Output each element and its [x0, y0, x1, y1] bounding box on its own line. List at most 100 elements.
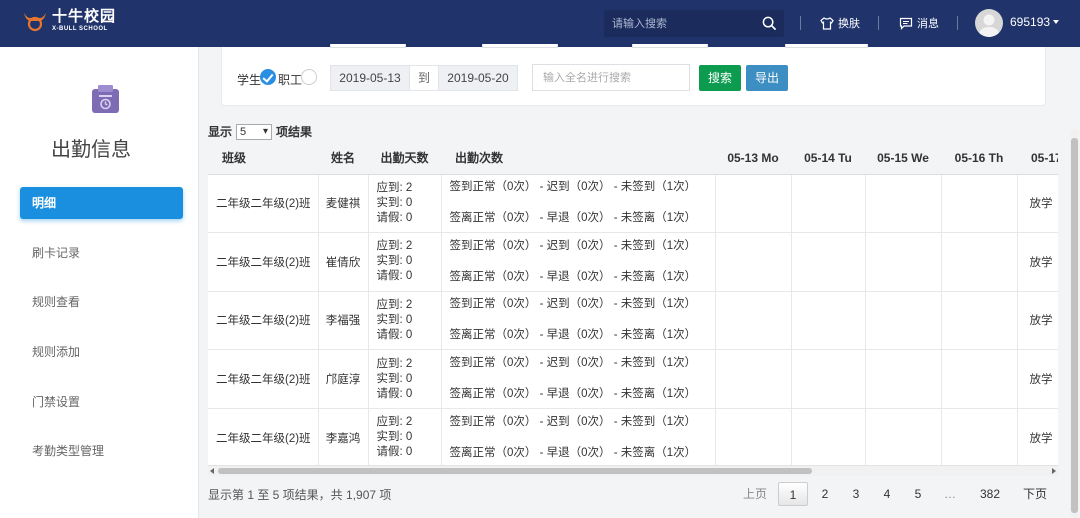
checkin-summary: 签到正常（0次） - 迟到（0次） - 未签到（1次） [449, 239, 697, 252]
scroll-left-icon[interactable] [210, 468, 214, 474]
message-button[interactable]: 消息 [899, 14, 939, 32]
page-button[interactable]: 382 [970, 482, 1010, 506]
avatar[interactable] [975, 9, 1003, 37]
column-header-day[interactable]: 05-15 We [865, 142, 941, 175]
column-header-days[interactable]: 出勤天数 [368, 142, 441, 175]
cell-day [715, 174, 792, 234]
cell-day [715, 291, 792, 351]
cell-day [715, 232, 792, 292]
next-page-button[interactable]: 下页 [1016, 482, 1054, 506]
leave-days: 请假: 0 [376, 211, 413, 224]
table-row[interactable]: 二年级二年级(2)班 李福强 应到: 2 实到: 0 请假: 0 签到正常（0次… [208, 291, 1058, 351]
scroll-right-icon[interactable] [1052, 468, 1056, 474]
role-student-radio[interactable] [260, 69, 276, 85]
shirt-icon [820, 16, 834, 30]
user-name[interactable]: 695193 [1010, 15, 1050, 29]
cell-day [941, 349, 1018, 409]
cell-day [941, 408, 1018, 465]
bull-logo-icon [24, 12, 46, 31]
cell-name: 崔倩欣 [318, 232, 369, 292]
cell-name: 麦健祺 [318, 174, 369, 234]
cell-days: 应到: 2 实到: 0 请假: 0 [368, 291, 442, 351]
checkout-summary: 签离正常（0次） - 早退（0次） - 未签离（1次） [449, 388, 697, 401]
cell-counts: 签到正常（0次） - 迟到（0次） - 未签到（1次） 签离正常（0次） - 早… [441, 291, 716, 351]
cell-day [791, 349, 866, 409]
page-size-control: 显示 5 项结果 [208, 123, 312, 140]
cell-days: 应到: 2 实到: 0 请假: 0 [368, 174, 442, 234]
column-header-class[interactable]: 班级 [208, 142, 318, 175]
cell-days: 应到: 2 实到: 0 请假: 0 [368, 408, 442, 465]
export-button[interactable]: 导出 [746, 65, 789, 91]
column-header-day[interactable]: 05-16 Th [941, 142, 1017, 175]
vertical-scroll-thumb[interactable] [1071, 138, 1078, 513]
prev-page-button[interactable]: 上页 [736, 482, 774, 506]
message-label: 消息 [917, 18, 939, 30]
horizontal-scroll-thumb[interactable] [218, 468, 812, 474]
cell-class: 二年级二年级(2)班 [208, 349, 319, 409]
page-button[interactable]: 4 [873, 482, 901, 506]
column-header-name[interactable]: 姓名 [318, 142, 368, 175]
cell-day: 放学（ [1017, 291, 1058, 351]
checkout-summary: 签离正常（0次） - 早退（0次） - 未签离（1次） [449, 270, 697, 283]
filter-field-partial[interactable] [632, 44, 708, 48]
global-search-input[interactable] [612, 14, 752, 33]
skin-button[interactable]: 换肤 [820, 14, 860, 32]
cell-day [715, 349, 792, 409]
role-student-label: 学生 [237, 73, 262, 87]
date-to-field[interactable]: 2019-05-20 [439, 66, 517, 90]
cell-counts: 签到正常（0次） - 迟到（0次） - 未签到（1次） 签离正常（0次） - 早… [441, 232, 716, 292]
horizontal-scrollbar[interactable] [208, 465, 1058, 476]
cell-counts: 签到正常（0次） - 迟到（0次） - 未签到（1次） 签离正常（0次） - 早… [441, 408, 716, 465]
cell-day [941, 232, 1018, 292]
search-icon[interactable] [762, 16, 777, 31]
checkout-summary: 签离正常（0次） - 早退（0次） - 未签离（1次） [449, 212, 697, 225]
sidebar-item-rule-add[interactable]: 规则添加 [20, 336, 183, 368]
cell-counts: 签到正常（0次） - 迟到（0次） - 未签到（1次） 签离正常（0次） - 早… [441, 174, 716, 234]
filter-field-partial[interactable] [330, 44, 406, 48]
name-search-input[interactable] [532, 64, 690, 91]
expected-days: 应到: 2 [376, 181, 413, 194]
logo-title: 十牛校园 [52, 8, 117, 25]
checkin-summary: 签到正常（0次） - 迟到（0次） - 未签到（1次） [449, 357, 697, 370]
column-header-day[interactable]: 05-17 [1017, 142, 1058, 175]
table-row[interactable]: 二年级二年级(2)班 邝庭淳 应到: 2 实到: 0 请假: 0 签到正常（0次… [208, 349, 1058, 409]
vertical-scrollbar[interactable] [1070, 130, 1079, 518]
cell-day [865, 408, 942, 465]
search-button[interactable]: 搜索 [699, 65, 742, 91]
table-row[interactable]: 二年级二年级(2)班 崔倩欣 应到: 2 实到: 0 请假: 0 签到正常（0次… [208, 232, 1058, 292]
filter-field-partial[interactable] [785, 44, 868, 48]
column-header-day[interactable]: 05-13 Mo [715, 142, 791, 175]
table-row[interactable]: 二年级二年级(2)班 李嘉鸿 应到: 2 实到: 0 请假: 0 签到正常（0次… [208, 408, 1058, 465]
cell-days: 应到: 2 实到: 0 请假: 0 [368, 349, 442, 409]
sidebar: 出勤信息 明细 刷卡记录 规则查看 规则添加 门禁设置 考勤类型管理 [0, 47, 199, 518]
date-from-field[interactable]: 2019-05-13 [331, 66, 409, 90]
page-button[interactable]: 5 [904, 482, 932, 506]
cell-name: 邝庭淳 [318, 349, 369, 409]
chevron-down-icon[interactable] [1053, 20, 1059, 24]
sidebar-item-access-settings[interactable]: 门禁设置 [20, 386, 183, 418]
page-size-prefix: 显示 [208, 125, 233, 139]
table-row[interactable]: 二年级二年级(2)班 麦健祺 应到: 2 实到: 0 请假: 0 签到正常（0次… [208, 174, 1058, 234]
sidebar-item-attendance-types[interactable]: 考勤类型管理 [20, 435, 183, 467]
logo[interactable]: 十牛校园 X-BULL SCHOOL [22, 9, 116, 32]
role-staff-radio[interactable] [301, 69, 317, 85]
column-header-day[interactable]: 05-14 Tu [791, 142, 865, 175]
message-icon [899, 17, 913, 30]
cell-class: 二年级二年级(2)班 [208, 408, 319, 465]
page-button[interactable]: 1 [778, 482, 808, 506]
page-size-select[interactable]: 5 [236, 123, 273, 140]
filter-field-partial[interactable] [482, 44, 558, 48]
page-button[interactable]: 3 [842, 482, 870, 506]
sidebar-item-rule-view[interactable]: 规则查看 [20, 286, 183, 318]
skin-label: 换肤 [838, 18, 860, 30]
leave-days: 请假: 0 [376, 446, 413, 459]
sidebar-item-detail[interactable]: 明细 [20, 187, 183, 219]
expected-days: 应到: 2 [376, 240, 413, 253]
table-header-row: 班级 姓名 出勤天数 出勤次数 05-13 Mo 05-14 Tu 05-15 … [208, 142, 1058, 175]
leave-days: 请假: 0 [376, 328, 413, 341]
page-button[interactable]: 2 [811, 482, 839, 506]
cell-counts: 签到正常（0次） - 迟到（0次） - 未签到（1次） 签离正常（0次） - 早… [441, 349, 716, 409]
cell-name: 李嘉鸿 [318, 408, 369, 465]
column-header-counts[interactable]: 出勤次数 [441, 142, 715, 175]
sidebar-item-card-records[interactable]: 刷卡记录 [20, 237, 183, 269]
